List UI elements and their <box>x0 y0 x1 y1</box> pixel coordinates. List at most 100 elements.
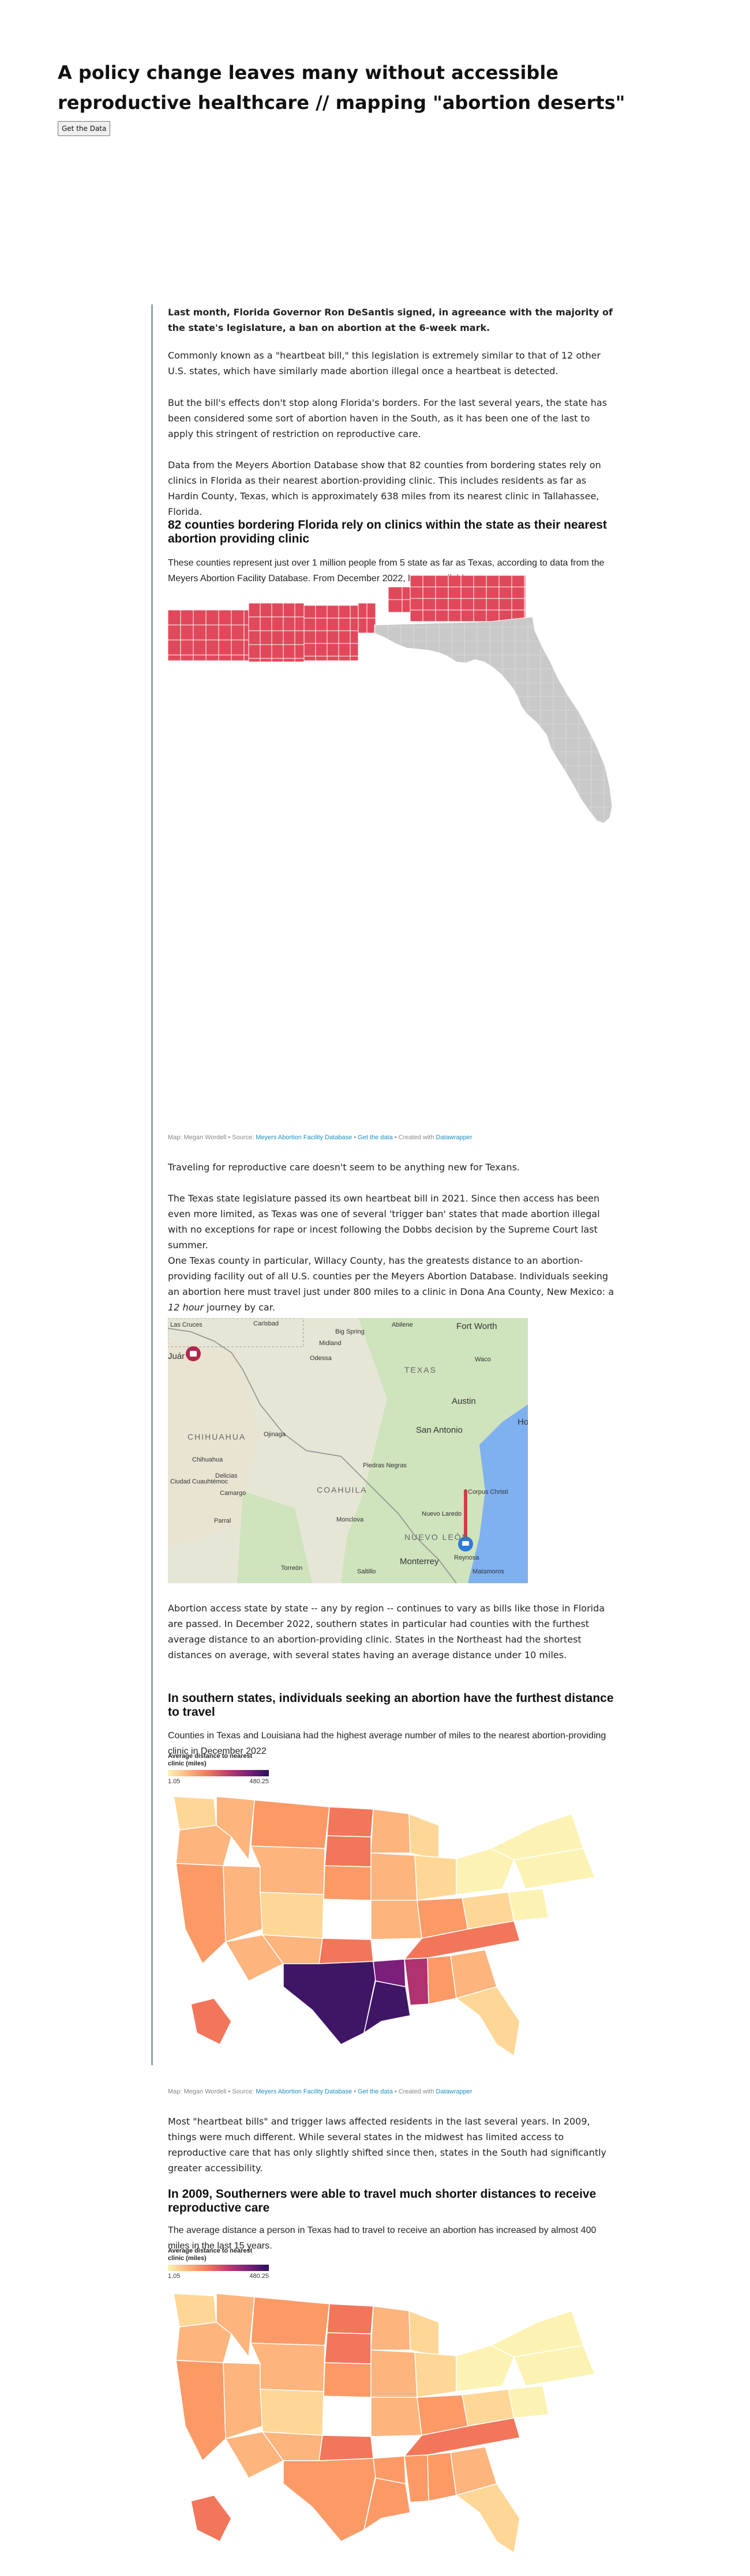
article-paragraph: But the bill's effects don't stop along … <box>168 397 608 439</box>
state-shape <box>370 2349 418 2398</box>
state-shape <box>414 2352 457 2398</box>
county-shape <box>180 639 194 656</box>
state-shape <box>175 2322 232 2363</box>
county-shape <box>294 630 305 645</box>
county-shape <box>422 586 436 599</box>
state-shape <box>370 1852 418 1901</box>
state-shape <box>173 2293 217 2328</box>
state-shape <box>404 2454 429 2503</box>
county-shape <box>524 575 526 587</box>
county-shape <box>231 639 245 656</box>
page-title: A policy change leaves many without acce… <box>58 62 625 114</box>
county-shape <box>350 605 359 619</box>
county-shape <box>271 644 284 659</box>
county-shape <box>315 617 328 631</box>
county-shape <box>294 644 305 659</box>
county-shape <box>388 586 403 600</box>
state-shape <box>408 2310 440 2357</box>
chart3-legend: Average distance to nearest clinic (mile… <box>168 2247 269 2280</box>
county-shape <box>303 643 316 657</box>
county-shape <box>243 654 249 661</box>
article-paragraph: Most "heartbeat bills" and trigger laws … <box>168 2116 607 2174</box>
article-paragraph: Data from the Meyers Abortion Database s… <box>168 460 601 517</box>
county-shape <box>180 654 194 661</box>
county-shape <box>473 586 487 599</box>
county-shape <box>338 630 351 644</box>
get-the-data-link[interactable]: Get the data <box>358 2088 393 2095</box>
county-shape <box>460 598 474 611</box>
county-shape <box>388 599 403 613</box>
county-shape <box>473 575 487 587</box>
county-shape <box>303 605 316 619</box>
county-shape <box>486 598 500 611</box>
legend-gradient <box>168 1770 269 1776</box>
county-shape <box>498 598 512 611</box>
county-shape <box>448 609 462 622</box>
chart2-legend: Average distance to nearest clinic (mile… <box>168 1753 269 1785</box>
county-shape <box>260 630 272 645</box>
state-shape <box>260 1892 324 1939</box>
get-the-data-link[interactable]: Get the data <box>358 1134 393 1141</box>
county-shape <box>243 624 249 641</box>
county-shape <box>327 605 339 619</box>
county-shape <box>473 609 487 622</box>
county-shape <box>358 602 367 619</box>
county-shape <box>283 602 295 617</box>
datawrapper-link[interactable]: Datawrapper <box>436 1134 472 1141</box>
county-shape <box>315 605 328 619</box>
county-shape <box>315 643 328 657</box>
county-shape <box>327 630 339 644</box>
county-shape <box>486 586 500 599</box>
state-shape <box>283 2458 376 2542</box>
county-shape <box>193 624 207 641</box>
route-map[interactable]: Las Cruces Carlsbad Big Spring Abilene F… <box>168 1318 528 1583</box>
state-shape <box>408 1813 440 1861</box>
county-shape <box>350 617 359 631</box>
chart1-credit: Map: Megan Wordell • Source: Meyers Abor… <box>168 1134 472 1141</box>
state-shape <box>250 1846 325 1895</box>
county-shape <box>473 598 487 611</box>
county-shape <box>303 617 316 631</box>
county-shape <box>410 586 423 599</box>
county-shape <box>327 656 339 661</box>
state-shape <box>327 1806 374 1837</box>
county-shape <box>303 656 316 661</box>
state-shape <box>175 2360 226 2462</box>
county-shape <box>218 624 232 641</box>
source-link[interactable]: Meyers Abortion Facility Database <box>256 2088 352 2095</box>
county-shape <box>260 602 272 617</box>
state-shape <box>370 1900 422 1940</box>
county-shape <box>422 609 436 622</box>
county-shape <box>248 644 261 659</box>
county-shape <box>283 616 295 631</box>
chart3-us-map <box>173 2293 596 2554</box>
county-shape <box>422 598 436 611</box>
county-shape <box>315 656 328 661</box>
source-link[interactable]: Meyers Abortion Facility Database <box>256 1134 352 1141</box>
state-shape <box>173 1796 217 1831</box>
article-paragraph: Traveling for reproductive care doesn't … <box>168 1162 520 1173</box>
county-shape <box>283 644 295 659</box>
state-shape <box>250 2296 330 2346</box>
get-data-button[interactable]: Get the Data <box>58 121 111 136</box>
county-shape <box>294 602 305 617</box>
county-shape <box>460 609 474 622</box>
state-shape <box>324 1835 372 1867</box>
article-paragraph: One Texas county in particular, Willacy … <box>168 1255 614 1313</box>
county-shape <box>180 624 194 641</box>
datawrapper-link[interactable]: Datawrapper <box>436 2088 472 2095</box>
county-shape <box>410 598 423 611</box>
state-shape <box>370 2306 411 2351</box>
county-shape <box>294 658 305 662</box>
county-shape <box>205 654 219 661</box>
chart1-title: 82 counties bordering Florida rely on cl… <box>168 518 607 545</box>
county-shape <box>303 630 316 644</box>
county-shape <box>218 654 232 661</box>
county-shape <box>205 624 219 641</box>
county-shape <box>486 575 500 587</box>
state-shape <box>370 1809 411 1854</box>
county-shape <box>248 658 261 662</box>
county-shape <box>218 639 232 656</box>
chart2-us-map <box>173 1796 596 2057</box>
county-shape <box>218 609 232 626</box>
